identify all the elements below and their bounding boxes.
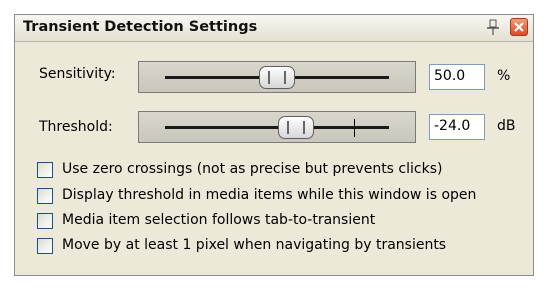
threshold-value-field[interactable]: -24.0: [429, 114, 485, 140]
option-label: Media item selection follows tab-to-tran…: [62, 212, 376, 228]
option-label: Move by at least 1 pixel when navigating…: [62, 237, 447, 253]
close-icon: [514, 22, 524, 32]
window-title: Transient Detection Settings: [23, 19, 258, 35]
pin-icon[interactable]: [485, 18, 501, 36]
threshold-slider-thumb[interactable]: [277, 116, 314, 139]
checkbox[interactable]: [37, 213, 53, 229]
sensitivity-slider-thumb[interactable]: [259, 66, 295, 89]
transient-detection-window: Transient Detection Settings Sensitivity…: [14, 14, 534, 276]
title-bar[interactable]: Transient Detection Settings: [15, 15, 533, 42]
checkbox[interactable]: [37, 162, 53, 178]
checkbox[interactable]: [37, 188, 53, 204]
sensitivity-unit: %: [497, 68, 511, 84]
threshold-slider[interactable]: [138, 111, 416, 143]
thumb-grip: [284, 71, 286, 84]
close-button[interactable]: [510, 18, 528, 36]
checkbox[interactable]: [37, 238, 53, 254]
threshold-label: Threshold:: [39, 119, 113, 135]
sensitivity-slider[interactable]: [138, 61, 416, 93]
threshold-unit: dB: [497, 118, 516, 134]
option-label: Display threshold in media items while t…: [62, 187, 477, 203]
threshold-marker: [354, 119, 355, 137]
thumb-grip: [286, 121, 289, 134]
sensitivity-value-field[interactable]: 50.0: [429, 64, 485, 90]
thumb-grip: [302, 121, 305, 134]
option-label: Use zero crossings (not as precise but p…: [62, 161, 443, 177]
sensitivity-label: Sensitivity:: [39, 66, 116, 82]
thumb-grip: [268, 71, 270, 84]
